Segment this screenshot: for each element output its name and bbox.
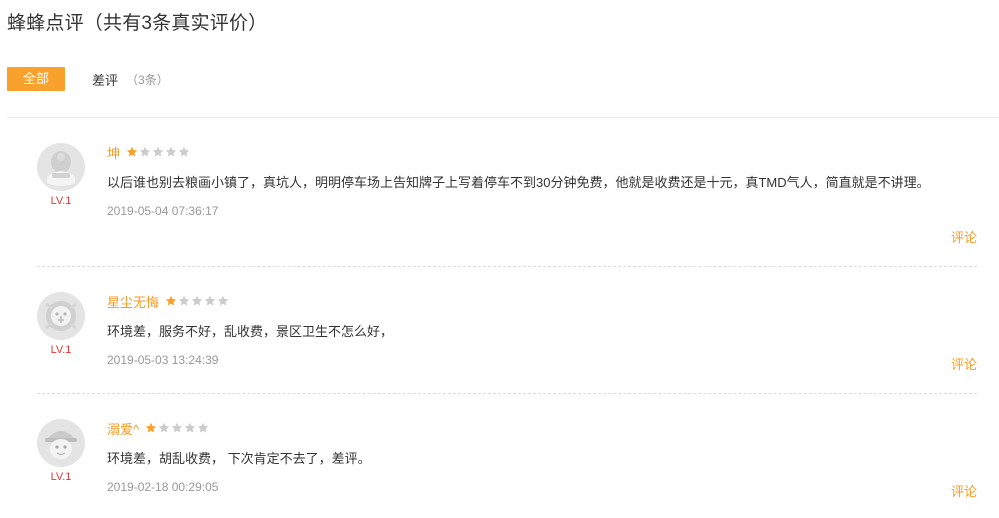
star-empty-icon bbox=[139, 146, 151, 157]
review-divider bbox=[37, 393, 977, 394]
user-level: LV.1 bbox=[50, 344, 72, 356]
comment-button[interactable]: 评论 bbox=[951, 354, 977, 373]
star-empty-icon bbox=[204, 295, 216, 306]
avatar[interactable] bbox=[37, 292, 85, 340]
star-empty-icon bbox=[191, 295, 203, 306]
star-empty-icon bbox=[152, 146, 164, 157]
username-link[interactable]: 坤 bbox=[107, 143, 120, 162]
star-empty-icon bbox=[178, 146, 190, 157]
star-empty-icon bbox=[184, 422, 196, 433]
star-rating bbox=[126, 146, 191, 158]
review-text: 以后谁也别去粮画小镇了，真坑人，明明停车场上告知牌子上写着停车不到30分钟免费，… bbox=[107, 175, 930, 190]
star-rating bbox=[145, 422, 210, 434]
star-empty-icon bbox=[171, 422, 183, 433]
tab-all[interactable]: 全部 bbox=[7, 67, 65, 91]
avatar[interactable] bbox=[37, 143, 85, 191]
divider bbox=[7, 117, 999, 118]
star-empty-icon bbox=[165, 146, 177, 157]
review-date: 2019-05-03 13:24:39 bbox=[107, 353, 219, 367]
review-item: LV.1 星尘无悔 环境差，服务不好，乱收费，景区卫生不怎么好， 2019-05… bbox=[37, 292, 977, 376]
review-body: 坤 以后谁也别去粮画小镇了，真坑人，明明停车场上告知牌子上写着停车不到30分钟免… bbox=[107, 143, 977, 219]
review-body: 星尘无悔 环境差，服务不好，乱收费，景区卫生不怎么好， 2019-05-03 1… bbox=[107, 292, 977, 368]
review-date: 2019-05-04 07:36:17 bbox=[107, 204, 219, 218]
page-title: 蜂蜂点评（共有3条真实评价） bbox=[7, 13, 268, 34]
tab-bad-count: （3条） bbox=[126, 72, 169, 87]
avatar-block: LV.1 bbox=[37, 419, 85, 483]
review-divider bbox=[37, 266, 977, 267]
star-empty-icon bbox=[197, 422, 209, 433]
avatar-block: LV.1 bbox=[37, 143, 85, 207]
avatar-block: LV.1 bbox=[37, 292, 85, 356]
review-item: LV.1 坤 以后谁也别去粮画小镇了，真坑人，明明停车场上告知牌子上写着停车不到… bbox=[37, 143, 977, 253]
user-level: LV.1 bbox=[50, 195, 72, 207]
review-text: 环境差，服务不好，乱收费，景区卫生不怎么好， bbox=[107, 324, 394, 339]
star-filled-icon bbox=[126, 146, 138, 157]
review-body: 溺爱^ 环境差，胡乱收费， 下次肯定不去了，差评。 2019-02-18 00:… bbox=[107, 419, 977, 495]
comment-button[interactable]: 评论 bbox=[951, 481, 977, 500]
star-empty-icon bbox=[158, 422, 170, 433]
tab-bad-reviews[interactable]: 差评 （3条） bbox=[92, 70, 169, 89]
user-level: LV.1 bbox=[50, 471, 72, 483]
star-empty-icon bbox=[217, 295, 229, 306]
review-date: 2019-02-18 00:29:05 bbox=[107, 480, 219, 494]
avatar[interactable] bbox=[37, 419, 85, 467]
username-link[interactable]: 溺爱^ bbox=[107, 419, 139, 438]
comment-button[interactable]: 评论 bbox=[951, 227, 977, 246]
tab-bad-label: 差评 bbox=[92, 72, 119, 88]
star-rating bbox=[165, 295, 230, 307]
star-filled-icon bbox=[145, 422, 157, 433]
filter-tabs: 全部 差评 （3条） bbox=[7, 67, 169, 91]
review-text: 环境差，胡乱收费， 下次肯定不去了，差评。 bbox=[107, 451, 371, 466]
star-filled-icon bbox=[165, 295, 177, 306]
review-item: LV.1 溺爱^ 环境差，胡乱收费， 下次肯定不去了，差评。 2019-02-1… bbox=[37, 419, 977, 503]
username-link[interactable]: 星尘无悔 bbox=[107, 292, 159, 311]
star-empty-icon bbox=[178, 295, 190, 306]
